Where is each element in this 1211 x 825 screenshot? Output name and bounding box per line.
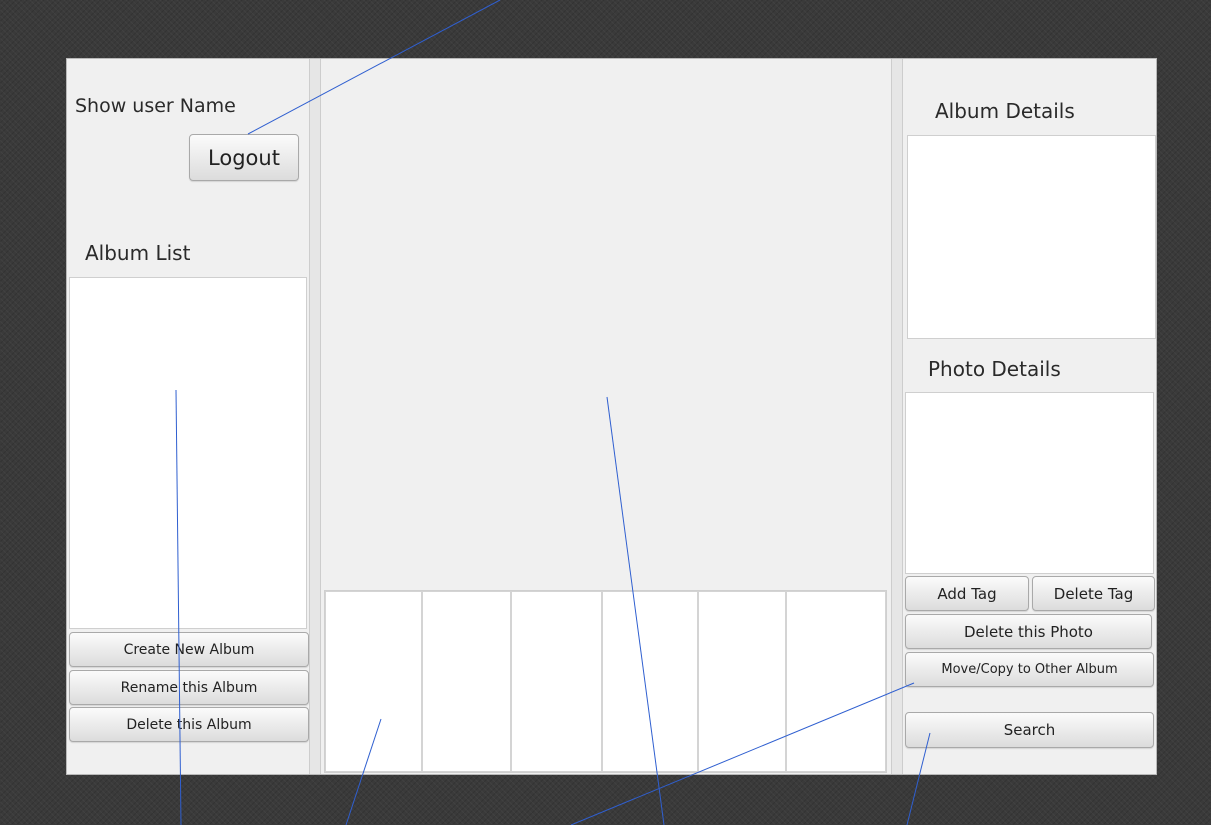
album-details-label: Album Details bbox=[935, 99, 1075, 123]
delete-album-button[interactable]: Delete this Album bbox=[69, 707, 309, 742]
thumbnail[interactable] bbox=[511, 591, 602, 772]
photo-album-window: Show user Name Logout Album List Create … bbox=[66, 58, 1157, 775]
thumbnail[interactable] bbox=[698, 591, 786, 772]
create-album-button[interactable]: Create New Album bbox=[69, 632, 309, 667]
move-copy-button[interactable]: Move/Copy to Other Album bbox=[905, 652, 1154, 687]
thumbnail[interactable] bbox=[325, 591, 422, 772]
rename-album-button[interactable]: Rename this Album bbox=[69, 670, 309, 705]
album-list-label: Album List bbox=[85, 241, 191, 265]
photo-display-area bbox=[323, 59, 889, 587]
photo-details-box bbox=[905, 392, 1154, 574]
delete-tag-button[interactable]: Delete Tag bbox=[1032, 576, 1155, 611]
left-split-divider[interactable] bbox=[309, 59, 321, 774]
add-tag-button[interactable]: Add Tag bbox=[905, 576, 1029, 611]
delete-photo-button[interactable]: Delete this Photo bbox=[905, 614, 1152, 649]
thumbnail[interactable] bbox=[786, 591, 886, 772]
user-name-label: Show user Name bbox=[75, 95, 236, 117]
search-button[interactable]: Search bbox=[905, 712, 1154, 748]
album-list[interactable] bbox=[69, 277, 307, 629]
right-split-divider[interactable] bbox=[891, 59, 903, 774]
album-details-box bbox=[907, 135, 1156, 339]
thumbnail[interactable] bbox=[422, 591, 511, 772]
thumbnail[interactable] bbox=[602, 591, 698, 772]
photo-details-label: Photo Details bbox=[928, 357, 1061, 381]
logout-button[interactable]: Logout bbox=[189, 134, 299, 181]
thumbnail-strip[interactable] bbox=[324, 590, 887, 773]
